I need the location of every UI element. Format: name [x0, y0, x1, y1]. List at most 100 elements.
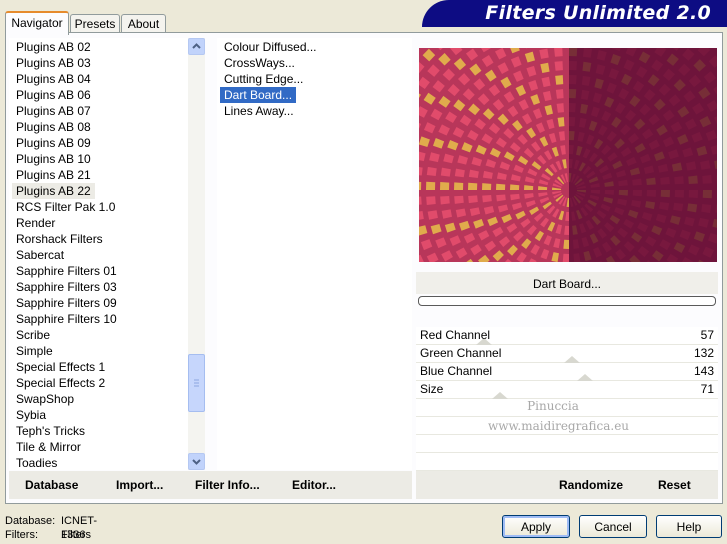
dart-segment — [562, 253, 569, 262]
empty-parameter-row — [416, 453, 718, 471]
filter-name-box: Dart Board... — [416, 272, 718, 294]
parameter-slider-row[interactable]: Blue Channel 143 — [416, 363, 718, 381]
category-item[interactable]: RCS Filter Pak 1.0 — [12, 199, 119, 215]
filter-item[interactable]: Dart Board... — [220, 87, 297, 103]
filters-status-value: 1336 — [61, 529, 86, 541]
category-item[interactable]: Plugins AB 06 — [12, 87, 95, 103]
filter-item[interactable]: Lines Away... — [220, 103, 298, 119]
dart-segment — [440, 167, 451, 177]
tab-presets[interactable]: Presets — [70, 14, 120, 33]
chevron-up-icon — [192, 43, 201, 49]
category-item[interactable]: Sapphire Filters 03 — [12, 279, 121, 295]
category-item[interactable]: Plugins AB 22 — [12, 183, 95, 199]
category-item[interactable]: Sapphire Filters 10 — [12, 311, 121, 327]
database-button[interactable]: Database — [25, 476, 78, 494]
category-item[interactable]: Plugins AB 21 — [12, 167, 95, 183]
category-item[interactable]: Sabercat — [12, 247, 68, 263]
parameter-value: 57 — [700, 328, 714, 342]
dart-segment — [482, 183, 492, 190]
category-list[interactable]: Plugins AB 02 Plugins AB 03 Plugins AB 04 P… — [9, 38, 188, 470]
app-title: Filters Unlimited 2.0 — [485, 2, 711, 24]
dart-segment — [419, 181, 422, 190]
editor-button[interactable]: Editor... — [292, 476, 336, 494]
progress-bar — [418, 296, 716, 306]
category-item[interactable]: Special Effects 1 — [12, 359, 109, 375]
dart-segment — [440, 182, 450, 190]
parameter-value: 143 — [693, 364, 714, 378]
randomize-button[interactable]: Randomize — [559, 476, 623, 494]
grip-icon — [194, 379, 199, 387]
filter-list[interactable]: Colour Diffused... CrossWays... Cutting Ed… — [217, 38, 412, 470]
scroll-thumb[interactable] — [188, 354, 205, 412]
filter-item[interactable]: CrossWays... — [220, 55, 299, 71]
category-item[interactable]: Plugins AB 07 — [12, 103, 95, 119]
filter-name-label: Dart Board... — [532, 277, 602, 291]
apply-button[interactable]: Apply — [502, 515, 570, 538]
dart-segment — [563, 239, 569, 249]
parameter-name: Red Channel — [420, 328, 491, 342]
parameter-slider-row[interactable]: Red Channel 57 — [416, 327, 718, 345]
dart-segment — [454, 182, 464, 190]
dart-segment — [426, 181, 436, 190]
dart-segment — [555, 89, 564, 99]
category-item[interactable]: Special Effects 2 — [12, 375, 109, 391]
dart-segment — [426, 196, 436, 205]
dart-segment — [468, 195, 478, 204]
dart-segment — [555, 75, 564, 85]
empty-parameter-row — [416, 435, 718, 453]
category-item[interactable]: Plugins AB 02 — [12, 39, 95, 55]
category-item[interactable]: Rorshack Filters — [12, 231, 107, 247]
scroll-up-button[interactable] — [188, 38, 205, 55]
scroll-down-button[interactable] — [188, 453, 205, 470]
reset-button[interactable]: Reset — [658, 476, 691, 494]
filters-status-label: Filters: — [5, 529, 38, 541]
tab-about[interactable]: About — [121, 14, 166, 33]
parameter-name: Blue Channel — [420, 364, 493, 378]
slider-thumb[interactable] — [577, 374, 594, 381]
parameter-slider-row[interactable]: Green Channel 132 — [416, 345, 718, 363]
parameter-name: Size — [420, 382, 444, 396]
dart-segment — [426, 166, 437, 176]
dart-segment — [556, 103, 564, 113]
cancel-button[interactable]: Cancel — [579, 515, 647, 538]
dart-segment — [440, 196, 450, 205]
category-item[interactable]: Plugins AB 09 — [12, 135, 95, 151]
category-item[interactable]: Sybia — [12, 407, 50, 423]
category-item[interactable]: Simple — [12, 343, 57, 359]
category-item[interactable]: SwapShop — [12, 391, 78, 407]
category-item[interactable]: Plugins AB 03 — [12, 55, 95, 71]
category-item[interactable]: Plugins AB 08 — [12, 119, 95, 135]
category-item[interactable]: Plugins AB 10 — [12, 151, 95, 167]
dart-segment — [482, 195, 492, 203]
dart-segment — [510, 184, 520, 190]
filter-item[interactable]: Cutting Edge... — [220, 71, 307, 87]
filter-info-button[interactable]: Filter Info... — [195, 476, 260, 494]
filter-item[interactable]: Colour Diffused... — [220, 39, 321, 55]
category-scrollbar[interactable] — [188, 38, 205, 470]
dart-segment — [454, 195, 464, 204]
chevron-down-icon — [192, 459, 201, 465]
preview-shadow — [569, 48, 717, 262]
parameter-value: 71 — [700, 382, 714, 396]
dart-segment — [496, 183, 506, 190]
tab-navigator[interactable]: Navigator — [5, 11, 69, 35]
parameter-value: 132 — [693, 346, 714, 360]
category-item[interactable]: Sapphire Filters 01 — [12, 263, 121, 279]
category-item[interactable]: Toadies — [12, 455, 61, 471]
parameter-name: Green Channel — [420, 346, 502, 360]
dart-segment — [468, 182, 478, 190]
watermark-name: Pinuccia — [527, 399, 579, 413]
dart-segment — [554, 48, 563, 57]
category-item[interactable]: Scribe — [12, 327, 54, 343]
watermark: Pinuccia www.maidiregrafica.eu — [488, 396, 629, 436]
category-item[interactable]: Sapphire Filters 09 — [12, 295, 121, 311]
category-item[interactable]: Plugins AB 04 — [12, 71, 95, 87]
help-button[interactable]: Help — [656, 515, 722, 538]
slider-thumb[interactable] — [564, 356, 581, 363]
database-status-label: Database: — [5, 515, 56, 527]
category-item[interactable]: Tile & Mirror — [12, 439, 85, 455]
category-item[interactable]: Render — [12, 215, 59, 231]
title-banner: Filters Unlimited 2.0 — [422, 0, 727, 27]
import-button[interactable]: Import... — [116, 476, 163, 494]
category-item[interactable]: Teph's Tricks — [12, 423, 89, 439]
